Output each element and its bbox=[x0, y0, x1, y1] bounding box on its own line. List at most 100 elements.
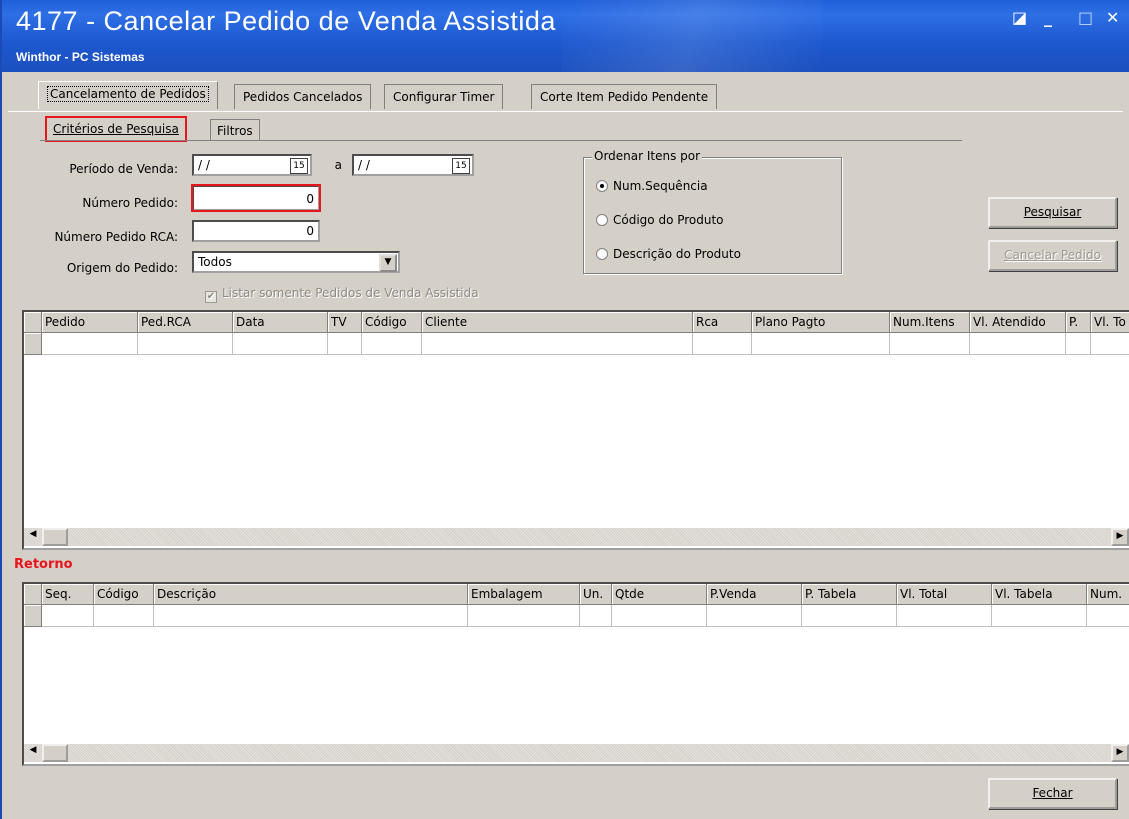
table-cell[interactable] bbox=[94, 605, 154, 627]
column-header[interactable]: TV bbox=[328, 312, 362, 333]
column-header[interactable]: Data bbox=[233, 312, 328, 333]
ordenar-group: Ordenar Itens por Num.Sequência Código d… bbox=[583, 149, 842, 274]
pesquisar-button[interactable]: Pesquisar bbox=[988, 197, 1117, 228]
retorno-label: Retorno bbox=[14, 557, 73, 572]
column-header[interactable]: Num.Itens bbox=[890, 312, 970, 333]
subtab-filtros[interactable]: Filtros bbox=[210, 119, 260, 141]
column-header[interactable]: Código bbox=[94, 584, 154, 605]
column-header[interactable]: Seq. bbox=[42, 584, 94, 605]
column-header[interactable]: Vl. Atendido bbox=[970, 312, 1066, 333]
subtab-divider bbox=[40, 140, 962, 141]
tab-pedidos-cancelados[interactable]: Pedidos Cancelados bbox=[234, 84, 372, 109]
column-header[interactable]: Qtde bbox=[612, 584, 707, 605]
column-header[interactable]: Vl. Tabela bbox=[992, 584, 1087, 605]
subtab-criterios-de-pesquisa[interactable]: Critérios de Pesquisa bbox=[45, 116, 187, 142]
column-header[interactable]: P.Venda bbox=[707, 584, 802, 605]
calendar-icon[interactable]: 15 bbox=[452, 158, 470, 174]
table-cell[interactable] bbox=[693, 333, 752, 355]
table-cell[interactable] bbox=[992, 605, 1087, 627]
tab-cancelamento-de-pedidos[interactable]: Cancelamento de Pedidos bbox=[38, 81, 218, 109]
itens-horizontal-scrollbar[interactable]: ◀ ▶ bbox=[24, 744, 1129, 762]
fechar-button[interactable]: Fechar bbox=[988, 778, 1117, 809]
pedidos-grid[interactable]: Pedido Ped.RCA Data TV Código Cliente Rc… bbox=[22, 310, 1129, 550]
column-header[interactable]: Pedido bbox=[42, 312, 138, 333]
column-header[interactable]: Código bbox=[362, 312, 422, 333]
title-bar[interactable]: 4177 - Cancelar Pedido de Venda Assistid… bbox=[2, 0, 1129, 72]
column-header[interactable]: Vl. To bbox=[1091, 312, 1129, 333]
periodo-end-field[interactable]: / / 15 bbox=[352, 154, 474, 176]
scroll-thumb[interactable] bbox=[42, 528, 68, 546]
table-cell[interactable] bbox=[1091, 333, 1129, 355]
main-tab-strip: Cancelamento de Pedidos Pedidos Cancelad… bbox=[16, 81, 1129, 110]
scroll-left-icon[interactable]: ◀ bbox=[24, 528, 42, 546]
listar-checkbox[interactable]: ✔ Listar somente Pedidos de Venda Assisti… bbox=[205, 286, 479, 303]
periodo-start-field[interactable]: / / 15 bbox=[192, 154, 312, 176]
table-cell[interactable] bbox=[42, 333, 138, 355]
tab-configurar-timer[interactable]: Configurar Timer bbox=[384, 84, 504, 109]
radio-codigo-produto[interactable]: Código do Produto bbox=[596, 213, 724, 227]
column-header[interactable]: P. bbox=[1066, 312, 1091, 333]
periodo-end-value: / / bbox=[358, 158, 370, 172]
column-header[interactable]: Num. bbox=[1087, 584, 1129, 605]
scroll-right-icon[interactable]: ▶ bbox=[1111, 744, 1129, 762]
row-indicator bbox=[24, 333, 42, 355]
tab-label: Pedidos Cancelados bbox=[243, 90, 363, 104]
table-cell[interactable] bbox=[970, 333, 1066, 355]
table-cell[interactable] bbox=[802, 605, 897, 627]
origem-select[interactable]: Todos ▼ bbox=[192, 251, 400, 273]
column-header[interactable]: Cliente bbox=[422, 312, 693, 333]
table-cell[interactable] bbox=[422, 333, 693, 355]
table-cell[interactable] bbox=[138, 333, 233, 355]
close-icon[interactable]: ✕ bbox=[1106, 8, 1119, 27]
table-cell[interactable] bbox=[328, 333, 362, 355]
table-cell[interactable] bbox=[1087, 605, 1129, 627]
radio-label: Descrição do Produto bbox=[613, 247, 741, 261]
calendar-icon[interactable]: 15 bbox=[290, 158, 308, 174]
listar-checkbox-label: Listar somente Pedidos de Venda Assistid… bbox=[222, 286, 479, 300]
column-header[interactable]: Plano Pagto bbox=[752, 312, 890, 333]
column-header[interactable]: P. Tabela bbox=[802, 584, 897, 605]
scroll-thumb[interactable] bbox=[42, 744, 68, 762]
table-cell[interactable] bbox=[362, 333, 422, 355]
table-cell[interactable] bbox=[1066, 333, 1091, 355]
column-header[interactable]: Embalagem bbox=[468, 584, 580, 605]
column-header[interactable]: Ped.RCA bbox=[138, 312, 233, 333]
itens-grid[interactable]: Seq. Código Descrição Embalagem Un. Qtde… bbox=[22, 582, 1129, 766]
table-cell[interactable] bbox=[890, 333, 970, 355]
table-cell[interactable] bbox=[154, 605, 468, 627]
tab-label: Configurar Timer bbox=[393, 90, 495, 104]
numero-pedido-label: Número Pedido: bbox=[82, 196, 178, 210]
minimize-icon[interactable]: _ bbox=[1044, 8, 1052, 27]
column-header[interactable]: Rca bbox=[693, 312, 752, 333]
tab-corte-item-pedido-pendente[interactable]: Corte Item Pedido Pendente bbox=[531, 84, 718, 109]
table-cell[interactable] bbox=[752, 333, 890, 355]
radio-num-sequencia[interactable]: Num.Sequência bbox=[596, 179, 708, 193]
numero-rca-field[interactable]: 0 bbox=[192, 220, 320, 242]
restore-icon[interactable]: ◪ bbox=[1012, 8, 1027, 27]
column-header[interactable]: Un. bbox=[580, 584, 612, 605]
origem-value: Todos bbox=[198, 255, 232, 269]
radio-icon bbox=[596, 248, 608, 260]
application-window: 4177 - Cancelar Pedido de Venda Assistid… bbox=[0, 0, 1129, 819]
radio-descricao-produto[interactable]: Descrição do Produto bbox=[596, 247, 741, 261]
table-cell[interactable] bbox=[468, 605, 580, 627]
table-cell[interactable] bbox=[42, 605, 94, 627]
column-header[interactable]: Vl. Total bbox=[897, 584, 992, 605]
numero-rca-label: Número Pedido RCA: bbox=[54, 230, 178, 244]
table-cell[interactable] bbox=[233, 333, 328, 355]
table-cell[interactable] bbox=[612, 605, 707, 627]
table-cell[interactable] bbox=[580, 605, 612, 627]
maximize-icon[interactable]: □ bbox=[1078, 8, 1093, 27]
table-cell[interactable] bbox=[897, 605, 992, 627]
pedidos-horizontal-scrollbar[interactable]: ◀ ▶ bbox=[24, 528, 1129, 546]
column-header[interactable]: Descrição bbox=[154, 584, 468, 605]
ordenar-legend: Ordenar Itens por bbox=[592, 149, 703, 163]
numero-pedido-field[interactable]: 0 bbox=[191, 184, 321, 212]
scroll-left-icon[interactable]: ◀ bbox=[24, 744, 42, 762]
grid-corner bbox=[24, 312, 42, 333]
radio-selected-icon bbox=[596, 180, 608, 192]
cancelar-pedido-label: Cancelar Pedido bbox=[1004, 248, 1101, 262]
scroll-right-icon[interactable]: ▶ bbox=[1111, 528, 1129, 546]
table-cell[interactable] bbox=[707, 605, 802, 627]
chevron-down-icon[interactable]: ▼ bbox=[379, 254, 397, 272]
